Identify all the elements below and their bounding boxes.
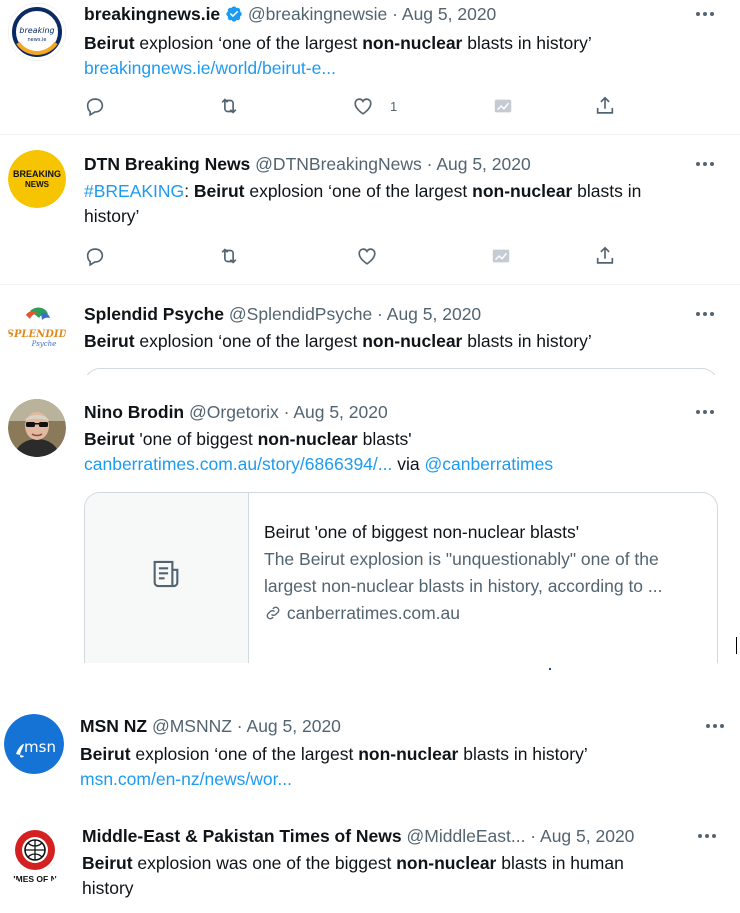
tweet-link[interactable]: canberratimes.com.au/story/6866394/... [84, 454, 392, 474]
avatar-middle-east-times[interactable]: IMES OF N [4, 824, 66, 886]
separator-dot: · [387, 4, 402, 24]
svg-text:SPLENDID: SPLENDID [8, 329, 66, 340]
avatar-msn[interactable]: msn [4, 714, 64, 774]
avatar-dtn[interactable]: BREAKING NEWS [8, 150, 66, 208]
hashtag-link[interactable]: #BREAKING [84, 181, 184, 201]
card-description: The Beirut explosion is "unquestionably"… [264, 549, 663, 596]
separator-dot: · [421, 154, 437, 174]
svg-text:breaking: breaking [19, 26, 54, 35]
more-icon[interactable] [696, 160, 718, 168]
avatar-breakingnews[interactable]: breaking news.ie [8, 3, 66, 61]
tweet-date[interactable]: Aug 5, 2020 [293, 402, 387, 422]
analytics-icon[interactable] [490, 245, 514, 269]
separator-dot: · [525, 826, 541, 846]
analytics-icon[interactable] [492, 95, 516, 119]
tweet-header: MSN NZ @MSNNZ · Aug 5, 2020 [80, 715, 341, 737]
like-count: 1 [390, 99, 398, 114]
share-icon[interactable] [594, 245, 618, 269]
svg-text:NEWS: NEWS [25, 180, 50, 189]
separator-dot: · [372, 304, 387, 324]
more-icon[interactable] [698, 832, 720, 840]
tweet-link[interactable]: breakingnews.ie/world/beirut-e... [84, 58, 336, 78]
separator-dot: · [231, 716, 247, 736]
more-icon[interactable] [706, 722, 728, 730]
tweet-header: breakingnews.ie @breakingnewsie · Aug 5,… [84, 3, 496, 25]
reply-icon[interactable] [84, 95, 108, 119]
verified-badge-icon [225, 5, 243, 23]
card-thumbnail [85, 493, 249, 663]
tweet-date[interactable]: Aug 5, 2020 [540, 826, 634, 846]
tweet-header: Nino Brodin @Orgetorix · Aug 5, 2020 [84, 401, 388, 423]
article-icon [149, 557, 183, 591]
tweet-5[interactable]: msn MSN NZ @MSNNZ · Aug 5, 2020 Beirut e… [0, 700, 740, 810]
author-handle[interactable]: @Orgetorix [189, 402, 279, 422]
avatar-nino-brodin[interactable] [8, 399, 66, 457]
card-body: Beirut 'one of biggest non-nuclear blast… [264, 519, 701, 627]
author-handle[interactable]: @MiddleEast... [407, 826, 526, 846]
author-handle[interactable]: @SplendidPsyche [229, 304, 372, 324]
tweet-header: Middle-East & Pakistan Times of News @Mi… [82, 825, 634, 847]
card-title: Beirut 'one of biggest non-nuclear blast… [264, 522, 580, 542]
via-mention[interactable]: @canberratimes [424, 454, 553, 474]
link-icon [264, 603, 282, 621]
author-handle[interactable]: @DTNBreakingNews [255, 154, 422, 174]
scroll-marker [549, 668, 551, 670]
retweet-icon[interactable] [218, 245, 242, 269]
tweet-header: DTN Breaking News @DTNBreakingNews · Aug… [84, 153, 531, 175]
text-cursor [736, 637, 737, 654]
author-name[interactable]: MSN NZ [80, 716, 147, 736]
author-handle[interactable]: @breakingnewsie [248, 4, 387, 24]
tweet-date[interactable]: Aug 5, 2020 [247, 716, 341, 736]
tweet-date[interactable]: Aug 5, 2020 [387, 304, 481, 324]
share-icon[interactable] [594, 95, 618, 119]
svg-text:IMES OF N: IMES OF N [13, 874, 56, 884]
avatar-splendid-psyche[interactable]: SPLENDID Psyche [8, 299, 66, 357]
tweet-1[interactable]: breaking news.ie breakingnews.ie @breaki… [0, 0, 740, 135]
tweet-date[interactable]: Aug 5, 2020 [402, 4, 496, 24]
tweet-4[interactable]: Nino Brodin @Orgetorix · Aug 5, 2020 Bei… [0, 375, 740, 665]
tweet-text: Beirut explosion ‘one of the largest non… [84, 33, 592, 78]
separator-dot: · [278, 402, 294, 422]
more-icon[interactable] [696, 10, 718, 18]
more-icon[interactable] [696, 310, 718, 318]
author-name[interactable]: Splendid Psyche [84, 304, 224, 324]
retweet-icon[interactable] [218, 95, 242, 119]
like-icon[interactable] [356, 245, 380, 269]
author-name[interactable]: Nino Brodin [84, 402, 184, 422]
card-domain: canberratimes.com.au [286, 603, 461, 623]
tweet-3[interactable]: SPLENDID Psyche Splendid Psyche @Splendi… [0, 285, 740, 409]
like-icon[interactable]: 1 [352, 95, 397, 119]
tweet-text: Beirut explosion ‘one of the largest non… [84, 331, 592, 351]
author-handle[interactable]: @MSNNZ [152, 716, 232, 736]
author-name[interactable]: breakingnews.ie [84, 4, 220, 24]
author-name[interactable]: Middle-East & Pakistan Times of News [82, 826, 402, 846]
svg-text:Psyche: Psyche [31, 340, 57, 348]
tweet-date[interactable]: Aug 5, 2020 [436, 154, 530, 174]
tweet-6[interactable]: IMES OF N Middle-East & Pakistan Times o… [0, 810, 740, 913]
more-icon[interactable] [696, 408, 718, 416]
author-name[interactable]: DTN Breaking News [84, 154, 250, 174]
tweet-text: #BREAKING: Beirut explosion ‘one of the … [84, 181, 642, 226]
card-domain-row: canberratimes.com.au [264, 600, 701, 627]
svg-text:msn: msn [24, 738, 56, 756]
tweet-2[interactable]: BREAKING NEWS DTN Breaking News @DTNBrea… [0, 135, 740, 285]
tweet-actions: 1 [84, 95, 624, 121]
tweet-header: Splendid Psyche @SplendidPsyche · Aug 5,… [84, 303, 481, 325]
svg-text:BREAKING: BREAKING [13, 169, 61, 179]
tweet-text: Beirut 'one of biggest non-nuclear blast… [84, 429, 554, 474]
tweet-actions [84, 245, 624, 271]
tweet-text: Beirut explosion ‘one of the largest non… [80, 744, 588, 789]
tweet-link[interactable]: msn.com/en-nz/news/wor... [80, 769, 292, 789]
link-preview-card[interactable]: Beirut 'one of biggest non-nuclear blast… [84, 492, 718, 663]
svg-text:news.ie: news.ie [28, 37, 47, 43]
reply-icon[interactable] [84, 245, 108, 269]
tweet-text: Beirut explosion was one of the biggest … [82, 853, 624, 898]
via-label: via [392, 454, 425, 474]
